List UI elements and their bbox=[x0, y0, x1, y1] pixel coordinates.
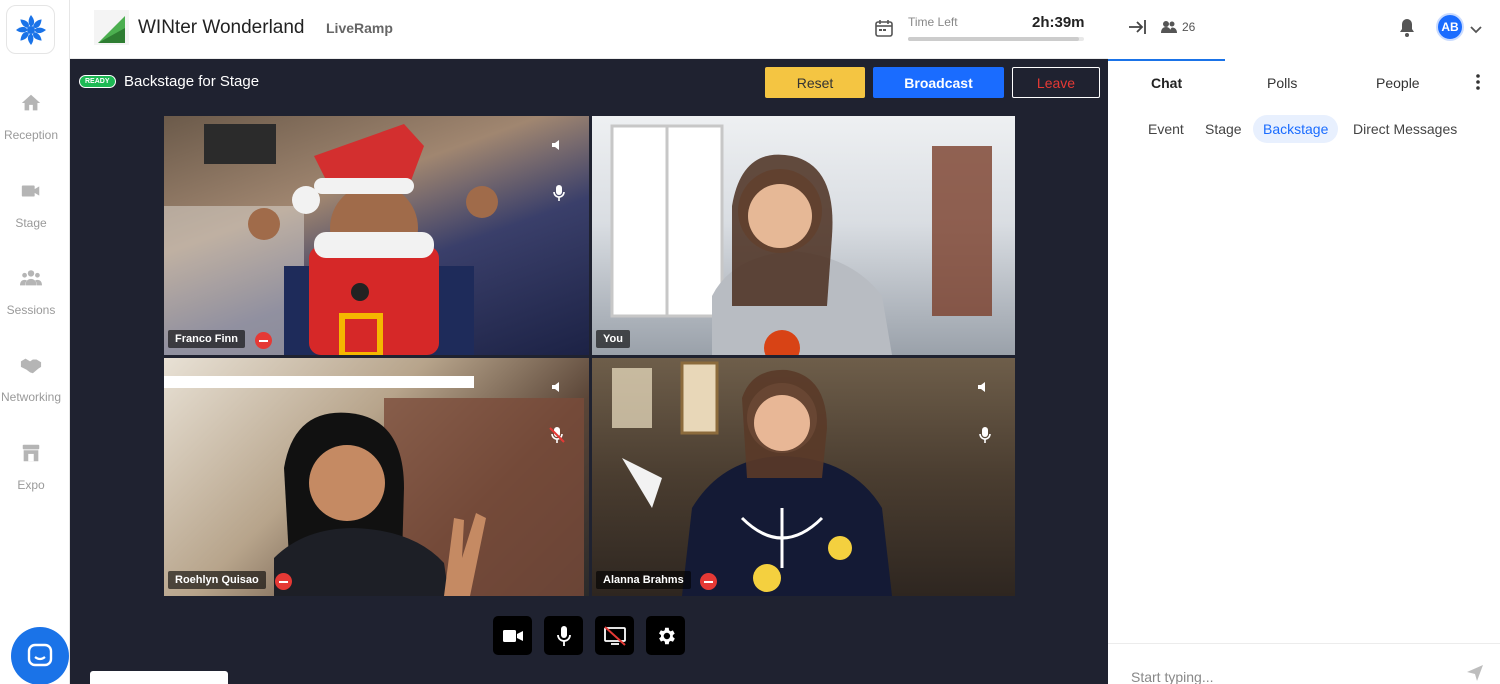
nav-item-label: Expo bbox=[17, 478, 45, 492]
bottom-panel-tab[interactable] bbox=[90, 671, 228, 684]
send-icon[interactable] bbox=[1466, 664, 1484, 684]
speaker-icon[interactable] bbox=[550, 380, 564, 399]
microphone-icon[interactable] bbox=[978, 426, 992, 449]
leave-button[interactable]: Leave bbox=[1012, 67, 1100, 98]
attendee-count: 26 bbox=[1182, 20, 1196, 34]
nav-item-label: Sessions bbox=[6, 303, 56, 317]
tab-people[interactable]: People bbox=[1376, 75, 1420, 91]
chat-bubble-icon bbox=[27, 643, 53, 667]
time-left-label: Time Left bbox=[908, 15, 958, 29]
nav-item-label: Reception bbox=[3, 128, 59, 142]
settings-button[interactable] bbox=[646, 616, 685, 655]
collapse-panel-icon[interactable] bbox=[1127, 17, 1147, 42]
video-camera-icon bbox=[502, 629, 523, 642]
settings-icon bbox=[658, 627, 675, 644]
nav-item-sessions[interactable]: Sessions bbox=[0, 267, 62, 317]
ready-status-badge: READY bbox=[79, 75, 116, 88]
chevron-down-icon[interactable] bbox=[1470, 21, 1482, 39]
chat-panel: 26 AB Chat Polls People Event Stage Back… bbox=[1108, 0, 1500, 684]
user-avatar[interactable]: AB bbox=[1436, 13, 1464, 41]
nav-item-label: Stage bbox=[15, 216, 47, 230]
nav-item-label: Networking bbox=[0, 390, 62, 404]
broadcast-button[interactable]: Broadcast bbox=[873, 67, 1004, 98]
event-logo bbox=[94, 10, 129, 45]
nav-item-reception[interactable]: Reception bbox=[0, 92, 62, 142]
subtab-backstage[interactable]: Backstage bbox=[1253, 115, 1339, 143]
handshake-icon bbox=[20, 358, 42, 374]
toggle-camera-button[interactable] bbox=[493, 616, 532, 655]
home-icon bbox=[21, 94, 41, 111]
group-icon bbox=[20, 270, 42, 286]
toggle-microphone-button[interactable] bbox=[544, 616, 583, 655]
time-left-value: 2h:39m bbox=[1032, 14, 1085, 31]
participant-video bbox=[164, 376, 584, 596]
video-tile[interactable]: Franco Finn bbox=[164, 116, 589, 355]
participant-name-tag: You bbox=[596, 330, 630, 348]
reset-button[interactable]: Reset bbox=[765, 67, 865, 98]
backstage-area: READY Backstage for Stage Reset Broadcas… bbox=[70, 59, 1108, 684]
chat-input[interactable]: Start typing... bbox=[1108, 643, 1500, 684]
nav-item-stage[interactable]: Stage bbox=[0, 180, 62, 230]
subtab-event[interactable]: Event bbox=[1148, 121, 1184, 137]
participant-video bbox=[612, 361, 892, 596]
subtab-stage[interactable]: Stage bbox=[1205, 121, 1242, 137]
nav-item-expo[interactable]: Expo bbox=[0, 442, 62, 492]
screen-share-off-icon bbox=[603, 625, 626, 646]
microphone-icon bbox=[556, 625, 571, 646]
subtab-direct-messages[interactable]: Direct Messages bbox=[1353, 121, 1457, 137]
support-chat-button[interactable] bbox=[11, 627, 69, 684]
notification-bell-icon[interactable] bbox=[1398, 17, 1416, 42]
hopin-logo[interactable] bbox=[6, 5, 55, 54]
video-tile[interactable]: Roehlyn Quisao bbox=[164, 358, 589, 596]
time-progress-bar bbox=[908, 37, 1084, 41]
microphone-icon[interactable] bbox=[552, 184, 566, 207]
microphone-muted-icon[interactable] bbox=[548, 426, 566, 449]
event-title: WINter Wonderland bbox=[138, 17, 305, 38]
nav-item-networking[interactable]: Networking bbox=[0, 354, 62, 404]
time-progress-fill bbox=[908, 37, 1079, 41]
speaker-icon[interactable] bbox=[976, 380, 990, 399]
chat-input-placeholder: Start typing... bbox=[1131, 669, 1214, 684]
participant-video bbox=[610, 124, 992, 355]
left-navigation: Reception Stage Sessions Networking Expo bbox=[0, 0, 70, 684]
more-options-icon[interactable] bbox=[1476, 74, 1480, 95]
video-tile[interactable]: You bbox=[592, 116, 1015, 355]
participant-name-tag: Alanna Brahms bbox=[596, 571, 691, 589]
organization-name[interactable]: LiveRamp bbox=[326, 20, 393, 36]
tab-polls[interactable]: Polls bbox=[1267, 75, 1297, 91]
screen-share-button[interactable] bbox=[595, 616, 634, 655]
storefront-icon bbox=[22, 444, 40, 462]
video-camera-icon bbox=[21, 185, 40, 197]
remove-participant-icon[interactable] bbox=[255, 332, 272, 349]
calendar-icon[interactable] bbox=[874, 18, 894, 43]
event-header: WINter Wonderland LiveRamp Time Left 2h:… bbox=[70, 0, 1108, 59]
remove-participant-icon[interactable] bbox=[700, 573, 717, 590]
people-icon bbox=[1161, 20, 1177, 39]
panel-header-underline bbox=[1108, 59, 1225, 61]
tab-chat[interactable]: Chat bbox=[1151, 75, 1182, 91]
participant-video bbox=[164, 124, 498, 355]
participant-name-tag: Roehlyn Quisao bbox=[168, 571, 266, 589]
backstage-title: Backstage for Stage bbox=[124, 73, 260, 90]
video-tile[interactable]: Alanna Brahms bbox=[592, 358, 1015, 596]
participant-name-tag: Franco Finn bbox=[168, 330, 245, 348]
app-window: Reception Stage Sessions Networking Expo… bbox=[0, 0, 1500, 684]
remove-participant-icon[interactable] bbox=[275, 573, 292, 590]
speaker-icon[interactable] bbox=[550, 138, 564, 157]
